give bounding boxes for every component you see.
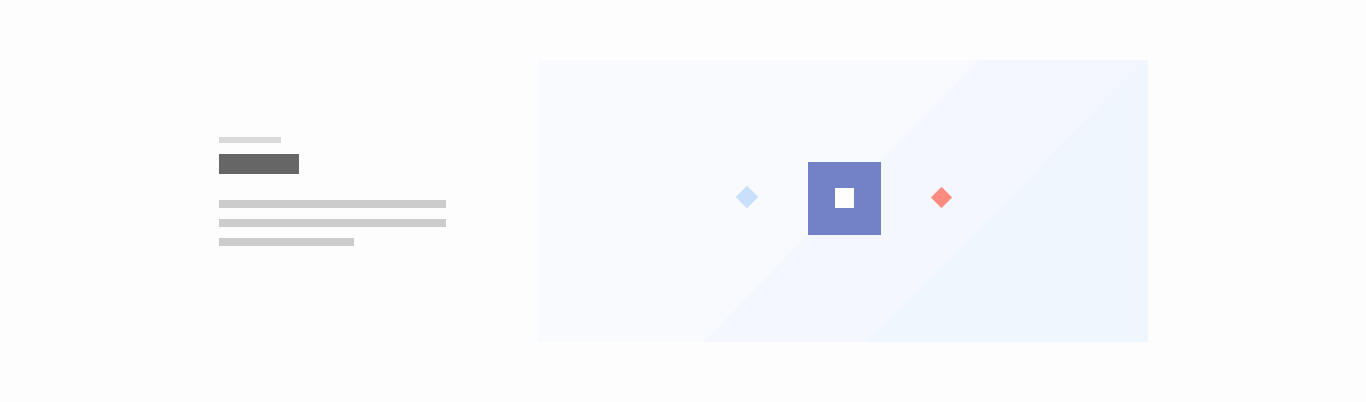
title-placeholder [219,154,299,174]
body-line-placeholder [219,238,354,246]
eyebrow-placeholder [219,137,281,143]
body-line-placeholder [219,219,446,227]
feature-square-icon [808,162,881,235]
body-line-placeholder [219,200,446,208]
inner-square-icon [835,188,854,208]
illustration-panel [538,60,1148,342]
blue-diamond-icon [735,185,759,209]
text-skeleton-block [219,137,446,247]
